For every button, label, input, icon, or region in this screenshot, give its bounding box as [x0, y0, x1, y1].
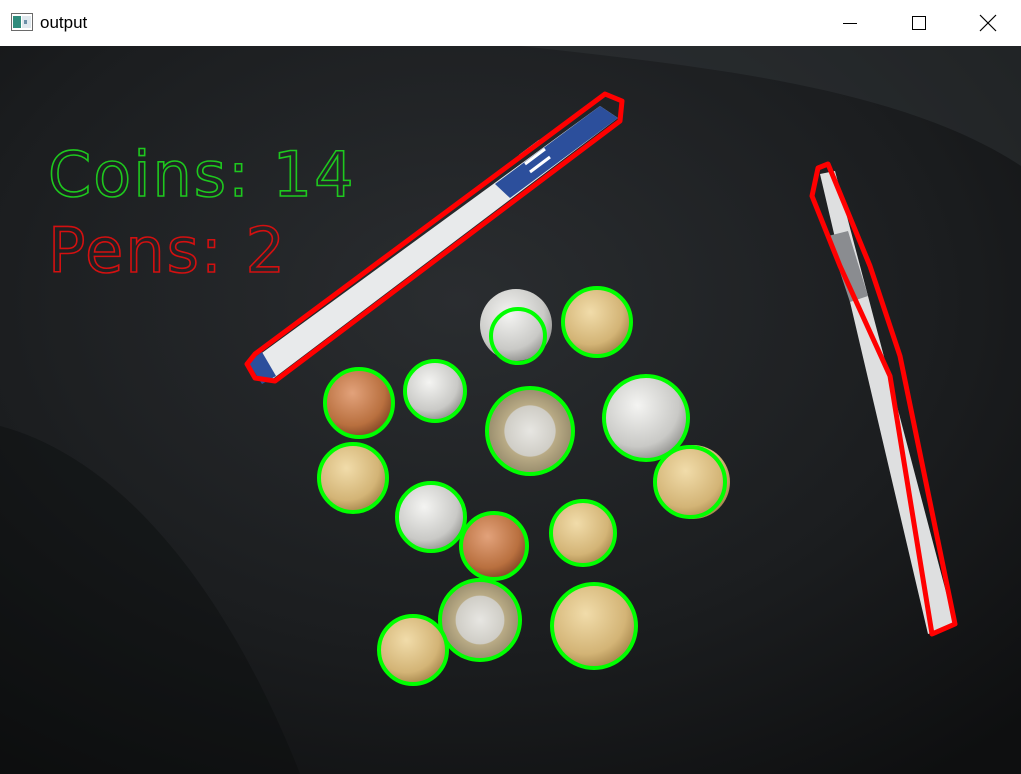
minimize-icon — [843, 23, 857, 24]
coin — [561, 286, 633, 358]
coin — [459, 511, 529, 581]
close-button[interactable] — [953, 0, 1021, 46]
output-window: output Coins: 14 Pens: 2 — [0, 0, 1021, 774]
coin — [653, 445, 730, 519]
pen-count-label: Pens: 2 — [48, 214, 287, 287]
coin — [485, 386, 575, 476]
minimize-button[interactable] — [815, 0, 885, 46]
coin — [377, 614, 449, 686]
coin — [317, 442, 389, 514]
coin — [602, 374, 690, 462]
maximize-button[interactable] — [884, 0, 954, 46]
close-icon — [979, 14, 997, 32]
opencv-window-icon — [11, 13, 33, 31]
title-bar[interactable]: output — [0, 0, 1021, 46]
coin — [323, 367, 395, 439]
maximize-icon — [912, 16, 926, 30]
coin — [549, 499, 617, 567]
coin — [403, 359, 467, 423]
coin-count-label: Coins: 14 — [48, 138, 356, 211]
image-canvas: Coins: 14 Pens: 2 — [0, 46, 1021, 774]
coin — [395, 481, 467, 553]
coin — [550, 582, 638, 670]
coin — [438, 578, 522, 662]
window-title: output — [40, 13, 88, 32]
detection-image: Coins: 14 Pens: 2 — [0, 46, 1021, 774]
